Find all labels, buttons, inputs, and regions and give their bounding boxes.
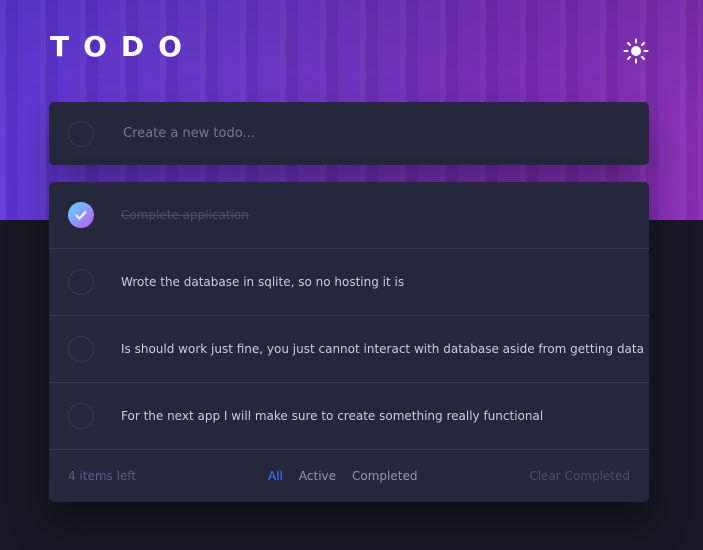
sun-icon: [623, 38, 649, 64]
filter-all[interactable]: All: [268, 469, 283, 483]
filter-active[interactable]: Active: [299, 469, 336, 483]
todo-list: Complete application Wrote the database …: [49, 182, 649, 502]
filter-tabs: All Active Completed: [268, 469, 417, 483]
todo-item: Wrote the database in sqlite, so no host…: [49, 249, 649, 316]
theme-toggle-button[interactable]: [621, 36, 651, 66]
todo-footer: 4 items left All Active Completed Clear …: [49, 450, 649, 502]
todo-checkbox[interactable]: [68, 336, 94, 362]
todo-checkbox[interactable]: [68, 202, 94, 228]
items-left-count: 4 items left: [68, 469, 137, 483]
todo-text[interactable]: For the next app I will make sure to cre…: [121, 409, 543, 423]
check-icon: [75, 210, 87, 220]
clear-completed-button[interactable]: Clear Completed: [529, 469, 630, 483]
new-todo-card: [49, 102, 649, 165]
new-todo-input[interactable]: [121, 125, 595, 142]
todo-text[interactable]: Complete application: [121, 208, 249, 222]
todo-text[interactable]: Is should work just fine, you just canno…: [121, 342, 644, 356]
app-title: TODO: [50, 30, 196, 63]
todo-item: Is should work just fine, you just canno…: [49, 316, 649, 383]
todo-text[interactable]: Wrote the database in sqlite, so no host…: [121, 275, 404, 289]
todo-item: For the next app I will make sure to cre…: [49, 383, 649, 450]
todo-checkbox[interactable]: [68, 403, 94, 429]
filter-completed[interactable]: Completed: [352, 469, 417, 483]
todo-checkbox[interactable]: [68, 269, 94, 295]
todo-item: Complete application: [49, 182, 649, 249]
new-todo-checkbox[interactable]: [68, 120, 94, 147]
